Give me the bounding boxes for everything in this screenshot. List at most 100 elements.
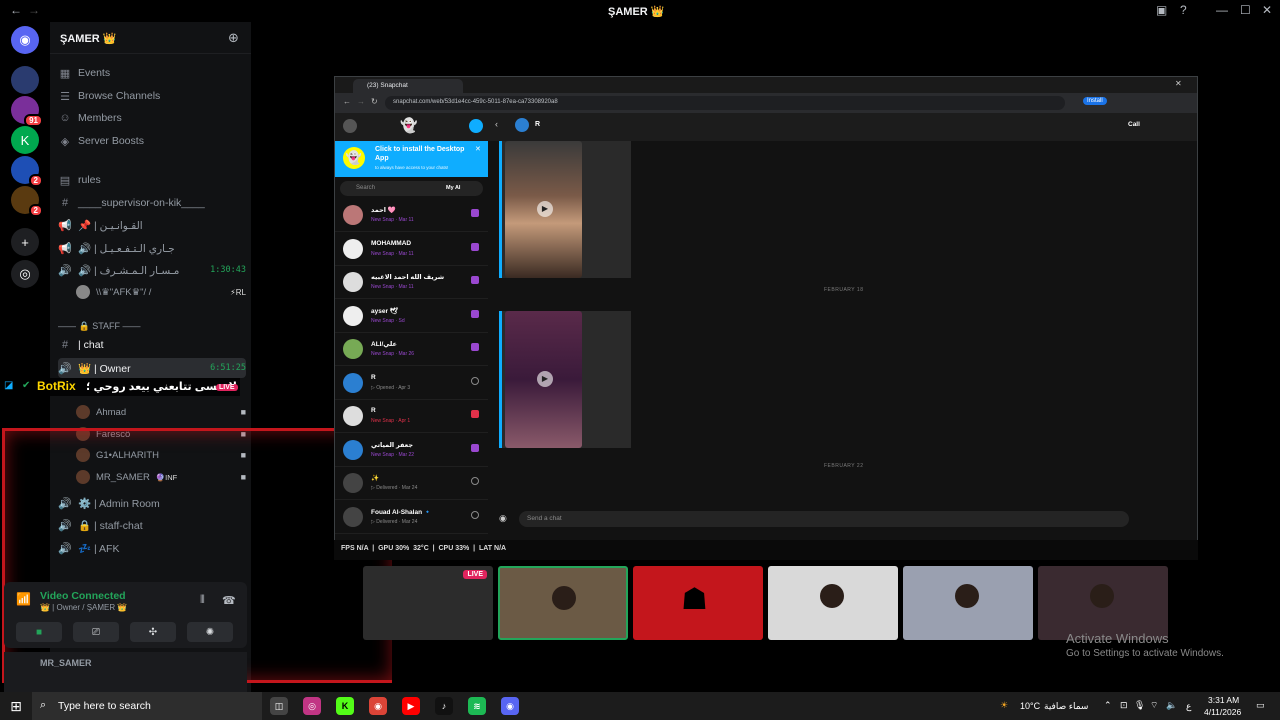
- inbox-icon[interactable]: ▣: [1156, 3, 1167, 17]
- send-chat-input[interactable]: Send a chat: [519, 511, 1129, 527]
- channel-item[interactable]: ▦ Events: [58, 63, 246, 83]
- channel-item[interactable]: # ____supervisor-on-kik____: [58, 193, 246, 213]
- my-ai-button[interactable]: My AI: [446, 185, 460, 191]
- server-name[interactable]: ŞAMER 👑: [60, 32, 116, 45]
- chat-avatar[interactable]: [515, 118, 529, 132]
- browser-tab[interactable]: (23) Snapchat: [353, 79, 463, 93]
- signal-icon[interactable]: 📶: [16, 592, 31, 606]
- chat-row[interactable]: R New Snap · Apr 1: [335, 400, 488, 433]
- tray-chevron-icon[interactable]: ⌃: [1104, 700, 1112, 711]
- browser-back-icon[interactable]: ←: [343, 97, 351, 106]
- server-avatar[interactable]: 2: [11, 186, 43, 217]
- discord-taskbar-icon[interactable]: ◉: [501, 697, 519, 715]
- url-field[interactable]: snapchat.com/web/53d1e4cc-459c-5011-87ea…: [385, 96, 1065, 110]
- banner-close-icon[interactable]: ✕: [475, 145, 481, 153]
- chat-row[interactable]: ayser 🕊 New Snap · Sd: [335, 300, 488, 333]
- discover-icon[interactable]: ◎: [11, 260, 39, 288]
- voice-user[interactable]: Ahmad ■: [76, 402, 246, 422]
- microphone-icon[interactable]: 🎙: [1134, 700, 1145, 711]
- call-button[interactable]: Call: [1128, 121, 1140, 128]
- snap-video-2[interactable]: ▶: [499, 311, 631, 448]
- clock-time[interactable]: 3:31 AM: [1208, 695, 1239, 705]
- back-arrow-icon[interactable]: ←: [10, 3, 22, 17]
- camera-button[interactable]: ■: [16, 622, 62, 642]
- channel-chat[interactable]: # | chat: [58, 335, 246, 355]
- camera-icon[interactable]: ◉: [499, 513, 507, 524]
- channel-item[interactable]: ◈ Server Boosts: [58, 131, 246, 151]
- discord-icon[interactable]: ◉: [11, 26, 39, 54]
- snapchat-ghost-icon[interactable]: 👻: [400, 117, 417, 134]
- server-avatar[interactable]: 91: [11, 96, 43, 127]
- channel-item[interactable]: ☰ Browse Channels: [58, 86, 246, 106]
- taskview-icon[interactable]: ◫: [270, 697, 288, 715]
- chat-row[interactable]: احمد 🩷 New Snap · Mar 11: [335, 199, 488, 232]
- notifications-icon[interactable]: ▭: [1256, 700, 1265, 711]
- stream-tile-5[interactable]: [903, 566, 1033, 640]
- category-staff[interactable]: —— 🔒 STAFF ——: [58, 316, 246, 336]
- kick-taskbar-icon[interactable]: K: [336, 697, 354, 715]
- channel-item[interactable]: 📢 📌 | القـوانـيـن: [58, 215, 246, 235]
- language-indicator[interactable]: ع: [1186, 701, 1191, 712]
- activities-button[interactable]: ✣: [130, 622, 176, 642]
- clock-date[interactable]: 4/11/2026: [1204, 707, 1241, 717]
- channel-item[interactable]: 🔊 🔒 | staff-chat: [58, 515, 246, 535]
- network-icon[interactable]: ⊡: [1120, 700, 1128, 711]
- spotify-icon[interactable]: ≋: [468, 697, 486, 715]
- stream-tile-2[interactable]: [498, 566, 628, 640]
- volume-icon[interactable]: 🔈: [1166, 700, 1177, 711]
- taskbar-search[interactable]: Type here to search: [32, 692, 262, 720]
- new-chat-icon[interactable]: [469, 119, 483, 133]
- weather-text[interactable]: سماء صافية: [1044, 701, 1088, 712]
- chat-row[interactable]: جعفر المياتي New Snap · Mar 22: [335, 434, 488, 467]
- tiktok-icon[interactable]: ♪: [435, 697, 453, 715]
- server-header[interactable]: ŞAMER 👑 ⊕: [50, 22, 251, 54]
- voice-user-afk[interactable]: \\♛"AFK♛"/ / ⚡RL: [76, 282, 246, 302]
- install-banner[interactable]: 👻 Click to install the Desktop App to al…: [335, 141, 488, 177]
- snap-video-1[interactable]: ▶: [499, 141, 631, 278]
- soundboard-button[interactable]: ✺: [187, 622, 233, 642]
- stream-tile-4[interactable]: [768, 566, 898, 640]
- voice-user[interactable]: Farescö ■: [76, 424, 246, 444]
- chat-row[interactable]: ALI/علي New Snap · Mar 26: [335, 333, 488, 366]
- kick-icon[interactable]: K: [11, 126, 39, 154]
- soundboard-icon[interactable]: ⦀: [200, 594, 205, 607]
- channel-item[interactable]: 🔊 🔊 | مـسـار الـمـشـرف 1:30:43: [58, 260, 246, 280]
- channel-item[interactable]: 📢 🔊 | جـاري الـتـفـعـيـل: [58, 238, 246, 258]
- forward-arrow-icon[interactable]: →: [28, 3, 40, 17]
- stream-tile-6[interactable]: [1038, 566, 1168, 640]
- instagram-icon[interactable]: ◎: [303, 697, 321, 715]
- temperature[interactable]: 10°C: [1020, 701, 1040, 711]
- play-icon[interactable]: ▶: [537, 201, 553, 217]
- chat-row[interactable]: R ▷ Opened · Apr 3: [335, 367, 488, 400]
- chat-row[interactable]: Fouad Al-Shalan 🔹 ▷ Delivered · Mar 24: [335, 501, 488, 534]
- browser-close-icon[interactable]: ✕: [1175, 79, 1182, 88]
- channel-item[interactable]: ☺ Members: [58, 108, 246, 128]
- youtube-icon[interactable]: ▶: [402, 697, 420, 715]
- voice-channel[interactable]: 👑 | Owner / ŞAMER 👑: [40, 603, 127, 612]
- disconnect-icon[interactable]: ☎: [222, 594, 236, 607]
- play-icon[interactable]: ▶: [537, 371, 553, 387]
- add-server-icon[interactable]: +: [11, 228, 39, 256]
- voice-user[interactable]: MR_SAMER 🔮INF ■: [76, 467, 246, 487]
- install-button[interactable]: Install: [1083, 97, 1107, 105]
- reload-icon[interactable]: ↻: [371, 97, 378, 106]
- channel-owner[interactable]: 🔊 👑 | Owner 6:51:25: [58, 358, 246, 378]
- browser-forward-icon[interactable]: →: [357, 97, 365, 106]
- server-avatar[interactable]: [11, 66, 39, 94]
- chat-back-icon[interactable]: ‹: [495, 119, 498, 129]
- voice-user[interactable]: G1•ALHARITH ■: [76, 445, 246, 465]
- minimize-icon[interactable]: —: [1216, 3, 1228, 17]
- chrome-icon[interactable]: ◉: [369, 697, 387, 715]
- channel-item[interactable]: 🔊 ⚙️ | Admin Room: [58, 493, 246, 513]
- help-icon[interactable]: ?: [1180, 3, 1187, 17]
- screen-share-button[interactable]: ⎚: [73, 622, 119, 642]
- channel-item[interactable]: 🔊 💤 | AFK: [58, 538, 246, 558]
- user-name[interactable]: MR_SAMER: [40, 658, 92, 668]
- chat-row[interactable]: MOHAMMAD New Snap · Mar 11: [335, 233, 488, 266]
- channel-item[interactable]: ▤ rules: [58, 170, 246, 190]
- profile-avatar[interactable]: [343, 119, 357, 133]
- close-icon[interactable]: ✕: [1262, 3, 1272, 17]
- add-member-icon[interactable]: ⊕: [228, 30, 239, 46]
- windows-start-icon[interactable]: ⊞: [0, 692, 32, 720]
- chat-row[interactable]: شريف الله احمد الاغبيه New Snap · Mar 11: [335, 266, 488, 299]
